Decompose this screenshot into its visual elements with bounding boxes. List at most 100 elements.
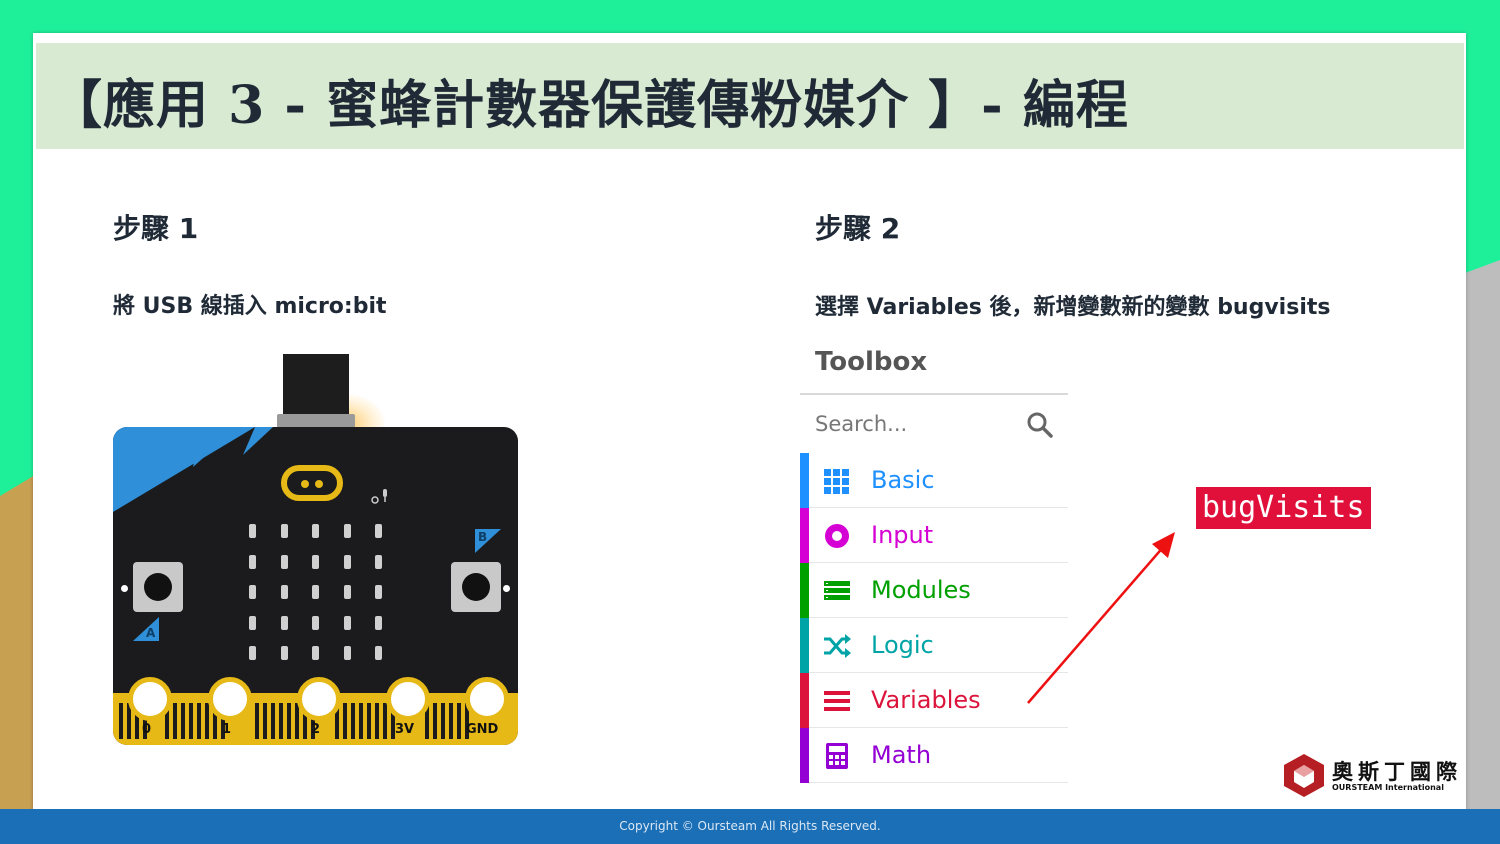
category-color-bar <box>800 563 809 618</box>
edge-stripe <box>343 703 347 739</box>
edge-stripe <box>181 703 185 739</box>
side-dot <box>121 585 128 592</box>
button-a <box>133 562 183 612</box>
microbit-logo <box>281 465 343 501</box>
edge-stripe <box>433 703 437 739</box>
footer: Copyright © Oursteam All Rights Reserved… <box>0 809 1500 844</box>
variable-tag: bugVisits <box>1196 487 1371 529</box>
edge-stripe <box>263 703 267 739</box>
search-placeholder: Search... <box>815 412 908 436</box>
toolbox-search[interactable]: Search... <box>800 400 1068 450</box>
brand-cube-icon <box>1284 754 1324 797</box>
button-a-label: A <box>146 626 156 640</box>
edge-stripe <box>189 703 193 739</box>
edge-stripe <box>359 703 363 739</box>
page-title: 【應用 3 - 蜜蜂計數器保護傳粉媒介 】- 編程 <box>50 75 1129 136</box>
led <box>312 585 319 599</box>
copyright-text: Copyright © Oursteam All Rights Reserved… <box>619 819 881 833</box>
led <box>312 615 319 630</box>
led <box>375 646 382 660</box>
category-math[interactable]: Math <box>800 728 1068 783</box>
pin-label: 1 <box>222 722 232 737</box>
category-color-bar <box>800 618 809 673</box>
edge-stripe <box>205 703 209 739</box>
stack-icon <box>824 581 850 600</box>
calculator-icon <box>826 743 848 769</box>
pin-3v <box>386 677 430 721</box>
microbit-illustration: A B 0 1 2 3V GND <box>110 350 530 750</box>
logo-dot <box>315 480 323 488</box>
edge-stripe <box>197 703 201 739</box>
led <box>343 524 351 538</box>
led <box>249 524 256 538</box>
category-color-bar <box>800 508 809 563</box>
led <box>343 615 351 630</box>
category-label: Variables <box>871 686 981 714</box>
edge-stripe <box>119 703 123 739</box>
led <box>249 646 256 660</box>
category-label: Basic <box>871 466 935 494</box>
pin-label: 3V <box>395 722 415 737</box>
led <box>375 615 382 630</box>
led <box>280 524 288 538</box>
title-bar: 【應用 3 - 蜜蜂計數器保護傳粉媒介 】- 編程 <box>36 43 1464 149</box>
shuffle-icon <box>824 634 851 658</box>
category-label: Modules <box>871 576 971 604</box>
led <box>249 615 256 630</box>
brand-name-cn: 奧斯丁國際 <box>1332 760 1462 784</box>
led <box>343 585 351 599</box>
brand-name-en: OURSTEAM International <box>1332 783 1444 792</box>
led <box>280 585 288 599</box>
category-color-bar <box>800 728 809 783</box>
edge-stripe <box>279 703 283 739</box>
led <box>343 554 351 569</box>
edge-stripe <box>367 703 371 739</box>
pointer-arrow <box>1027 532 1175 704</box>
led <box>375 524 382 538</box>
toolbox-divider <box>800 393 1068 395</box>
edge-stripe <box>287 703 291 739</box>
led <box>280 615 288 630</box>
edge-stripe <box>441 703 445 739</box>
category-label: Math <box>871 741 932 769</box>
pin-label: GND <box>466 722 499 737</box>
step1-heading: 步驟 1 <box>113 212 199 245</box>
pin-0 <box>128 677 172 721</box>
toolbox-title: Toolbox <box>815 347 928 377</box>
edge-stripe <box>173 703 177 739</box>
category-basic[interactable]: Basic <box>800 453 1068 508</box>
edge-stripe <box>449 703 453 739</box>
search-icon[interactable] <box>1026 411 1054 439</box>
led <box>312 554 319 569</box>
pin-1 <box>208 677 252 721</box>
step2-heading: 步驟 2 <box>815 212 901 245</box>
radio-dot-icon <box>825 524 849 548</box>
led <box>375 585 382 599</box>
category-label: Logic <box>871 631 934 659</box>
led <box>343 646 351 660</box>
edge-stripe <box>375 703 379 739</box>
side-dot <box>503 585 510 592</box>
led <box>312 646 319 660</box>
category-color-bar <box>800 673 809 728</box>
microphone-icon <box>371 489 387 504</box>
led <box>249 554 256 569</box>
edge-stripe <box>255 703 259 739</box>
category-color-bar <box>800 453 809 508</box>
led <box>280 554 288 569</box>
pin-2 <box>297 677 341 721</box>
led <box>312 524 319 538</box>
lines-icon <box>824 691 850 711</box>
edge-stripe <box>457 703 461 739</box>
usb-port <box>277 414 355 428</box>
brand-logo: 奧斯丁國際 OURSTEAM International <box>1282 750 1462 800</box>
step2-instruction: 選擇 Variables 後，新增變數新的變數 bugvisits <box>815 295 1331 320</box>
usb-plug <box>283 354 349 418</box>
grid-icon <box>824 469 849 494</box>
microbit-board: A B 0 1 2 3V GND <box>113 427 518 745</box>
category-label: Input <box>871 521 934 549</box>
pin-label: 2 <box>311 722 321 737</box>
edge-stripe <box>271 703 275 739</box>
button-b <box>451 562 501 612</box>
edge-stripe <box>383 703 387 739</box>
